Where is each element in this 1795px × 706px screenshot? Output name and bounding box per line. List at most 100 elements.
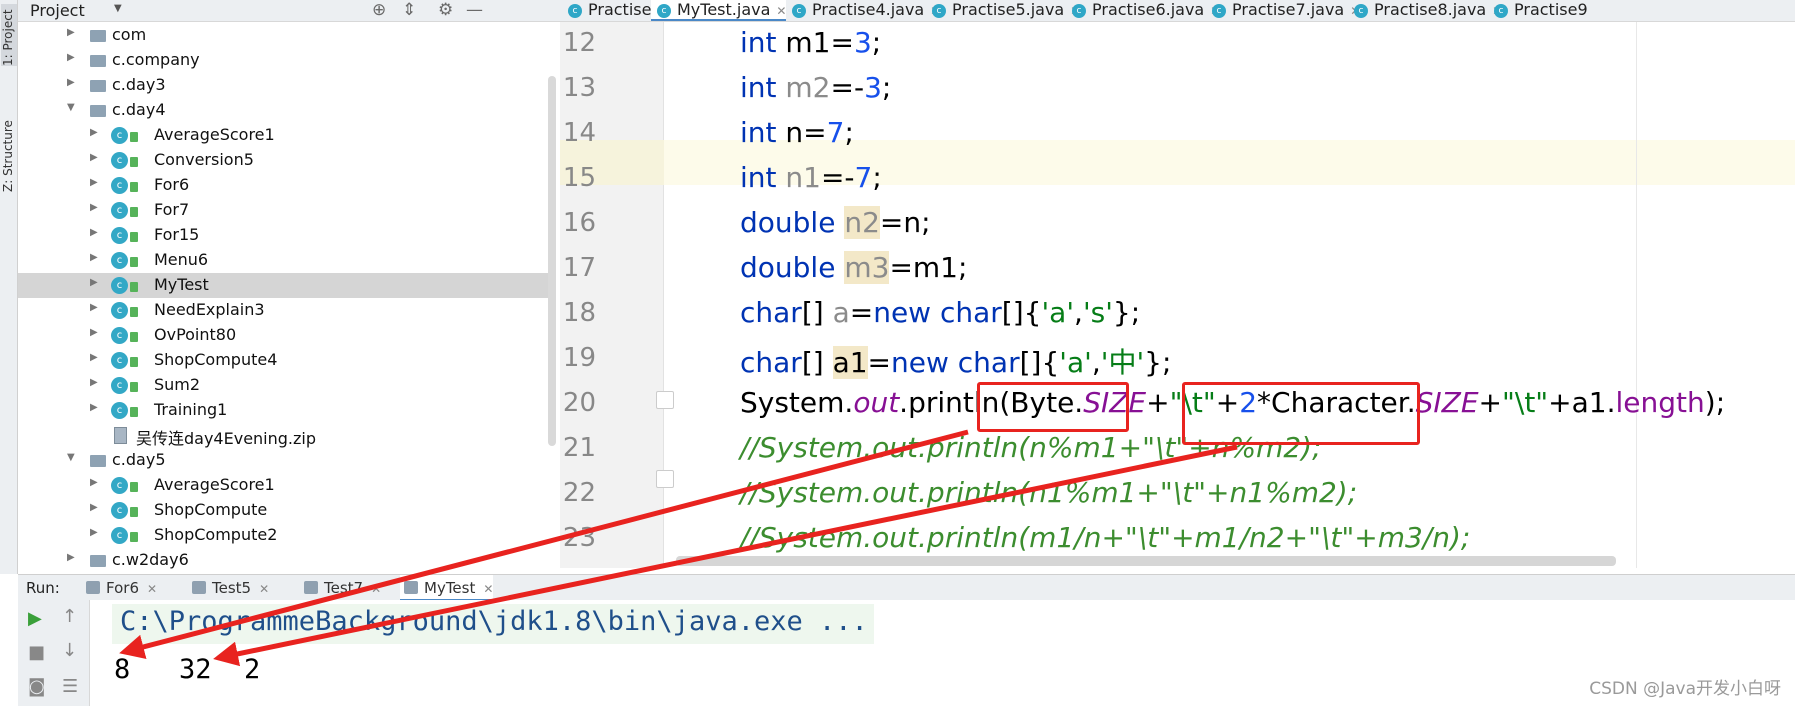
- editor-tab[interactable]: cPractise4.java✕: [786, 0, 940, 21]
- target-icon[interactable]: ⊕: [372, 0, 386, 20]
- project-tool-tab[interactable]: 1: Project: [1, 4, 17, 66]
- tree-item[interactable]: ▶ c.company: [18, 48, 550, 73]
- editor-tab[interactable]: c MyTest.java ✕: [651, 0, 787, 21]
- tree-item[interactable]: ▼ c.day4: [18, 98, 550, 123]
- code-line: //System.out.println(m1/n+"\t"+m1/n2+"\t…: [740, 521, 1470, 554]
- chevron-right-icon[interactable]: ▶: [90, 152, 98, 163]
- editor-tab[interactable]: cPractise8.java✕: [1348, 0, 1502, 21]
- tree-item-label: AverageScore1: [154, 125, 275, 144]
- tree-item[interactable]: ▶ c NeedExplain3: [18, 298, 550, 323]
- chevron-right-icon[interactable]: ▶: [90, 227, 98, 238]
- chevron-down-icon[interactable]: ▼: [67, 452, 75, 463]
- tree-item[interactable]: ▶ c MyTest: [18, 273, 550, 298]
- package-folder-icon: [90, 555, 106, 567]
- code-token: =: [867, 346, 892, 379]
- tree-item[interactable]: ▶ c Menu6: [18, 248, 550, 273]
- tree-item[interactable]: ▶ c Conversion5: [18, 148, 550, 173]
- chevron-right-icon[interactable]: ▶: [90, 302, 98, 313]
- chevron-right-icon[interactable]: ▶: [67, 27, 75, 38]
- run-tab[interactable]: MyTest ✕: [400, 575, 494, 601]
- editor-tab[interactable]: cPractise5.java✕: [926, 0, 1080, 21]
- tree-item[interactable]: ▶ c ShopCompute4: [18, 348, 550, 373]
- minimize-icon[interactable]: —: [466, 0, 483, 20]
- structure-tool-tab[interactable]: Z: Structure: [1, 108, 17, 192]
- project-panel-header: Project ▼ ⊕ ⇕ ⚙ —: [18, 0, 560, 22]
- chevron-right-icon[interactable]: ▶: [90, 202, 98, 213]
- tree-item-label: For15: [154, 225, 200, 244]
- up-arrow-icon[interactable]: ↑: [62, 606, 77, 627]
- editor-tab[interactable]: cPractise7.java✕: [1206, 0, 1360, 21]
- close-icon[interactable]: ✕: [483, 582, 493, 596]
- chevron-right-icon[interactable]: ▶: [90, 377, 98, 388]
- zip-file-icon: [114, 427, 127, 444]
- close-icon[interactable]: ✕: [371, 582, 381, 596]
- code-token: ;: [881, 71, 892, 104]
- editor-tab[interactable]: c Practise9: [1488, 0, 1588, 21]
- chevron-down-icon[interactable]: ▼: [114, 3, 122, 14]
- chevron-right-icon[interactable]: ▶: [90, 127, 98, 138]
- close-icon[interactable]: ✕: [776, 4, 786, 18]
- editor-tab-label: Practise7.java: [1232, 0, 1345, 19]
- fold-marker-icon[interactable]: [656, 391, 674, 409]
- tree-item[interactable]: ▶ c For6: [18, 173, 550, 198]
- tree-item-label: ShopCompute: [154, 500, 268, 519]
- chevron-right-icon[interactable]: ▶: [67, 552, 75, 563]
- java-class-icon: c: [111, 477, 128, 494]
- soft-wrap-icon[interactable]: ☰: [62, 676, 78, 697]
- code-token: ,: [1091, 346, 1101, 379]
- tree-item[interactable]: ▼ c.day5: [18, 448, 550, 473]
- down-arrow-icon[interactable]: ↓: [62, 640, 77, 661]
- chevron-right-icon[interactable]: ▶: [90, 177, 98, 188]
- chevron-right-icon[interactable]: ▶: [90, 327, 98, 338]
- collapse-icon[interactable]: ⇕: [402, 0, 416, 20]
- code-token: 'a': [1059, 346, 1092, 379]
- chevron-right-icon[interactable]: ▶: [90, 402, 98, 413]
- chevron-right-icon[interactable]: ▶: [90, 527, 98, 538]
- tree-item[interactable]: ▶ c Sum2: [18, 373, 550, 398]
- code-token: n2: [844, 206, 880, 239]
- console-output[interactable]: C:\ProgrammeBackground\jdk1.8\bin\java.e…: [90, 600, 1795, 706]
- ide-window: 1: Project Z: Structure Project ▼ ⊕ ⇕ ⚙ …: [0, 0, 1795, 706]
- tree-item[interactable]: ▶ com: [18, 23, 550, 48]
- tree-item-label: NeedExplain3: [154, 300, 265, 319]
- chevron-right-icon[interactable]: ▶: [90, 252, 98, 263]
- close-icon[interactable]: ✕: [147, 582, 157, 596]
- run-tab[interactable]: Test7 ✕: [300, 575, 381, 601]
- run-tab[interactable]: Test5 ✕: [188, 575, 269, 601]
- tree-item[interactable]: ▶ c For15: [18, 223, 550, 248]
- run-tab[interactable]: For6 ✕: [82, 575, 157, 601]
- editor-tab[interactable]: cPractise6.java✕: [1066, 0, 1220, 21]
- tree-item[interactable]: ▶ c.w2day6: [18, 548, 550, 573]
- tree-item[interactable]: ▶ c.day3: [18, 73, 550, 98]
- chevron-right-icon[interactable]: ▶: [90, 277, 98, 288]
- gear-icon[interactable]: ⚙: [438, 0, 453, 20]
- tree-item[interactable]: ▶ c AverageScore1: [18, 123, 550, 148]
- chevron-right-icon[interactable]: ▶: [90, 352, 98, 363]
- tree-item[interactable]: ▶ c AverageScore1: [18, 473, 550, 498]
- play-icon[interactable]: ▶: [28, 608, 42, 629]
- tree-item[interactable]: ▶ c OvPoint80: [18, 323, 550, 348]
- close-icon[interactable]: ✕: [259, 582, 269, 596]
- fold-marker-icon[interactable]: [656, 470, 674, 488]
- tree-item[interactable]: ▶ c ShopCompute2: [18, 523, 550, 548]
- tree-scrollbar[interactable]: [548, 76, 556, 446]
- chevron-right-icon[interactable]: ▶: [67, 77, 75, 88]
- stop-icon[interactable]: ■: [28, 642, 45, 663]
- chevron-right-icon[interactable]: ▶: [90, 477, 98, 488]
- editor-tab-label: MyTest.java: [677, 0, 771, 19]
- camera-icon[interactable]: ◙: [28, 676, 45, 697]
- tree-item[interactable]: ▶ c ShopCompute: [18, 498, 550, 523]
- tree-item[interactable]: ▶ c Training1: [18, 398, 550, 423]
- java-class-icon: c: [111, 352, 128, 369]
- tree-item[interactable]: 吴传连day4Evening.zip: [18, 423, 550, 448]
- line-number: 15: [562, 163, 596, 193]
- chevron-right-icon[interactable]: ▶: [67, 52, 75, 63]
- code-token: int: [740, 116, 786, 149]
- code-token: 'a': [1041, 296, 1075, 329]
- tree-item[interactable]: ▶ c For7: [18, 198, 550, 223]
- editor-horizontal-scrollbar[interactable]: [676, 556, 1616, 566]
- project-panel-title[interactable]: Project: [30, 1, 85, 20]
- chevron-right-icon[interactable]: ▶: [90, 502, 98, 513]
- chevron-down-icon[interactable]: ▼: [67, 102, 75, 113]
- code-token: };: [1112, 296, 1141, 329]
